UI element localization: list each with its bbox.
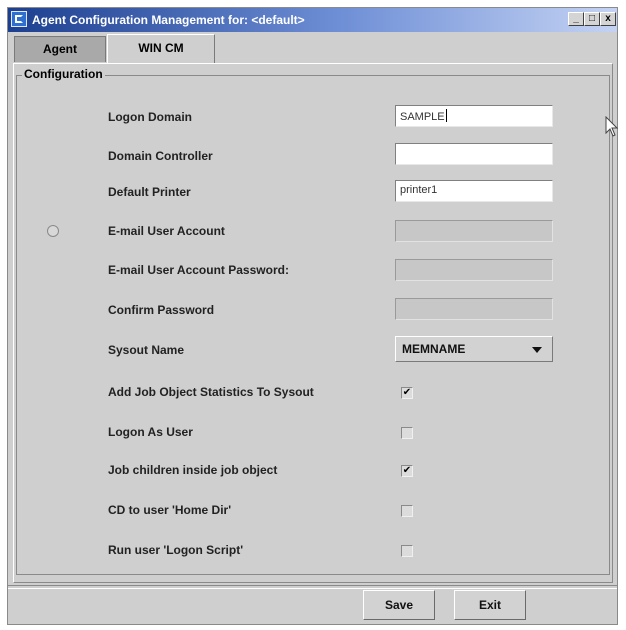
job-children-checkbox[interactable]: ✔ [401, 465, 413, 477]
tab-win-cm[interactable]: WIN CM [107, 34, 215, 64]
logon-domain-label: Logon Domain [108, 110, 192, 124]
mouse-pointer-icon [605, 116, 619, 137]
email-account-label: E-mail User Account [108, 224, 225, 238]
logon-domain-input[interactable]: SAMPLE [395, 105, 553, 127]
tab-agent[interactable]: Agent [14, 36, 106, 62]
run-logon-script-checkbox[interactable] [401, 545, 413, 557]
sysout-name-value: MEMNAME [402, 342, 466, 356]
cd-home-dir-label: CD to user 'Home Dir' [108, 503, 232, 517]
sysout-name-select[interactable]: MEMNAME [395, 336, 553, 362]
email-password-label: E-mail User Account Password: [108, 263, 289, 277]
logon-domain-value: SAMPLE [400, 111, 445, 123]
email-password-input[interactable] [395, 259, 553, 281]
confirm-password-label: Confirm Password [108, 303, 215, 317]
add-job-stats-label: Add Job Object Statistics To Sysout [108, 385, 314, 399]
configuration-group-title: Configuration [22, 67, 105, 81]
app-icon [11, 11, 27, 27]
maximize-button[interactable]: □ [584, 12, 600, 26]
domain-controller-input[interactable] [395, 143, 553, 165]
save-button[interactable]: Save [363, 590, 435, 620]
window-title: Agent Configuration Management for: <def… [32, 13, 305, 27]
default-printer-input[interactable]: printer1 [395, 180, 553, 202]
close-button[interactable]: x [600, 12, 616, 26]
default-printer-label: Default Printer [108, 185, 191, 199]
logon-as-user-label: Logon As User [108, 425, 193, 439]
title-bar[interactable]: Agent Configuration Management for: <def… [8, 8, 617, 32]
logon-as-user-checkbox[interactable] [401, 427, 413, 439]
agent-config-window: Agent Configuration Management for: <def… [7, 7, 618, 625]
add-job-stats-checkbox[interactable]: ✔ [401, 387, 413, 399]
sysout-name-label: Sysout Name [108, 343, 185, 357]
domain-controller-label: Domain Controller [108, 149, 213, 163]
minimize-button[interactable]: _ [568, 12, 584, 26]
email-account-input[interactable] [395, 220, 553, 242]
text-caret [445, 109, 447, 122]
run-logon-script-label: Run user 'Logon Script' [108, 543, 244, 557]
cd-home-dir-checkbox[interactable] [401, 505, 413, 517]
job-children-label: Job children inside job object [108, 463, 278, 477]
button-bar-separator [8, 585, 617, 589]
chevron-down-icon [532, 347, 542, 353]
confirm-password-input[interactable] [395, 298, 553, 320]
exit-button[interactable]: Exit [454, 590, 526, 620]
email-account-radio[interactable] [47, 225, 59, 237]
